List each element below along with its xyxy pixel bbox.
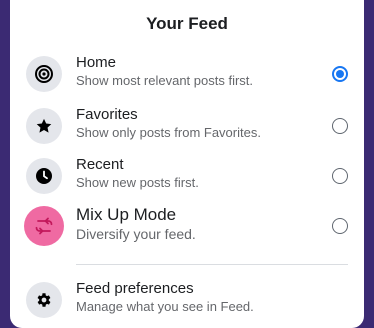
radio-recent[interactable] xyxy=(332,168,348,184)
option-label: Mix Up Mode xyxy=(76,205,177,224)
option-description: Show only posts from Favorites. xyxy=(76,125,261,140)
radio-favorites[interactable] xyxy=(332,118,348,134)
option-home[interactable]: Home Show most relevant posts first. xyxy=(26,52,356,100)
option-description: Show new posts first. xyxy=(76,175,199,190)
option-description: Diversify your feed. xyxy=(76,226,196,242)
preferences-label: Feed preferences xyxy=(76,280,194,297)
option-label: Recent xyxy=(76,156,124,173)
option-description: Show most relevant posts first. xyxy=(76,73,254,88)
feed-preferences-item[interactable]: Feed preferences Manage what you see in … xyxy=(26,278,356,326)
option-label: Favorites xyxy=(76,106,138,123)
gear-icon xyxy=(26,282,62,318)
clock-icon xyxy=(26,158,62,194)
star-icon xyxy=(26,108,62,144)
radio-mix-up-mode[interactable] xyxy=(332,218,348,234)
option-favorites[interactable]: Favorites Show only posts from Favorites… xyxy=(26,104,356,152)
option-recent[interactable]: Recent Show new posts first. xyxy=(26,154,356,202)
preferences-description: Manage what you see in Feed. xyxy=(76,299,254,314)
divider xyxy=(76,264,348,265)
radio-home[interactable] xyxy=(332,66,348,82)
feed-sheet: Your Feed Home Show most relevant posts … xyxy=(10,0,364,328)
shuffle-icon xyxy=(24,206,64,246)
option-label: Home xyxy=(76,54,117,71)
sheet-title: Your Feed xyxy=(146,14,228,33)
option-mix-up-mode[interactable]: Mix Up Mode Diversify your feed. xyxy=(24,204,356,252)
target-icon xyxy=(26,56,62,92)
